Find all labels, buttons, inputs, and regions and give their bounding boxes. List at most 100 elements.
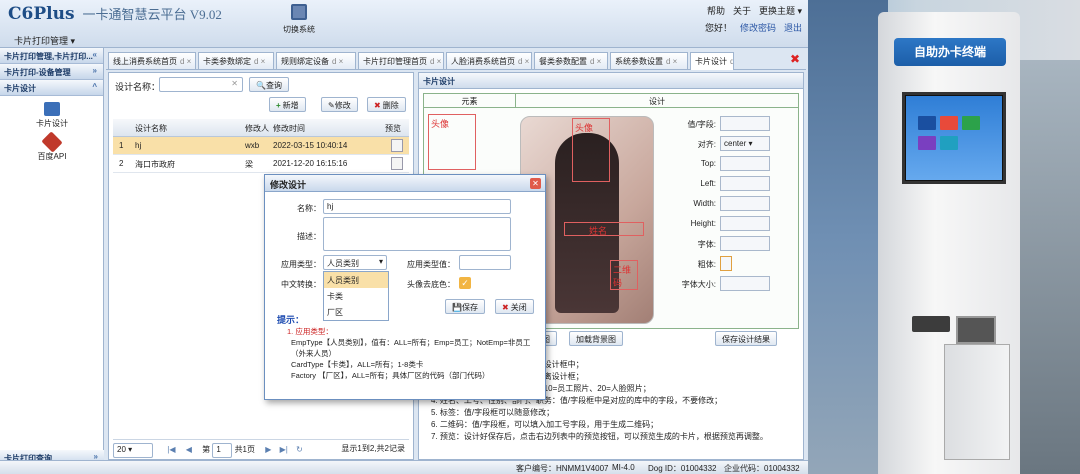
greeting: 您好！ [704,23,732,33]
property-panel: 值/字段: 对齐: center ▾ Top: Left: Width: Height: 字体… [660,114,800,294]
table-row[interactable]: 1 hj wxb 2022-03-15 10:40:14 [113,137,409,155]
tab-item[interactable]: 卡类参数绑定 d × [198,52,274,69]
card-avatar-box[interactable]: 头像 [572,118,610,182]
name-field[interactable]: hj [323,199,511,214]
dropdown-option[interactable]: 人员类别 [324,272,388,288]
last-page-icon[interactable]: ▶| [280,445,288,454]
dialog-close-icon[interactable]: ✕ [530,178,541,189]
sidebar-item-card-design[interactable]: 卡片设计 [0,102,104,129]
save-icon: 💾 [452,303,462,312]
close-button[interactable]: ✖ 关闭 [495,299,534,314]
property-label: Top: [700,159,716,168]
logout-link[interactable]: 退出 [784,23,802,33]
tab-item[interactable]: 卡片打印管理首页 d × [358,52,444,69]
search-input[interactable]: ✕ [159,77,243,92]
page-input[interactable]: 1 [212,443,233,458]
prev-page-icon[interactable]: ◀ [186,445,192,454]
module-menu[interactable]: 卡片打印管理 ▾ [14,34,75,47]
tab-close-icon[interactable]: d × [590,57,601,66]
tab-item[interactable]: 线上消费系统首页 d × [108,52,196,69]
save-button[interactable]: 💾保存 [445,299,485,314]
sidebar-section-design[interactable]: 卡片设计 ^ [0,80,103,96]
type-select[interactable]: 人员类别 ▾ [323,255,387,270]
card-name-box[interactable]: 姓名 [564,222,644,236]
delete-button[interactable]: ✖ 删除 [367,97,406,112]
property-field[interactable] [720,236,770,251]
theme-menu[interactable]: 更换主题 ▾ [759,6,802,16]
pager: 20 ▾ |◀ ◀ 第 1 共1页 ▶ ▶| ↻ 显示1到2,共2记录 [113,439,409,458]
preview-icon[interactable] [391,157,403,170]
tip-line: 7. 预览：设计好保存后，点击右边列表中的预览按钮，可以预览生成的卡片，根据预览… [431,432,768,441]
sidebar-section-print[interactable]: 卡片打印管理,卡片打印... « [0,48,103,64]
property-field[interactable]: center ▾ [720,136,770,151]
close-all-tabs-icon[interactable]: ✖ [788,52,802,66]
tab-close-icon[interactable]: d × [254,57,265,66]
page-size-select[interactable]: 20 ▾ [113,443,153,458]
app-window: C6Plus 一卡通智慧云平台 V9.02 卡片打印管理 ▾ 切换系统 帮助 关于更… [0,0,808,474]
property-field[interactable] [720,256,732,271]
element-avatar[interactable]: 头像 [428,114,476,170]
property-field[interactable] [720,196,770,211]
property-row: 字体: [660,234,800,254]
trash-icon [44,102,60,116]
search-button[interactable]: 🔍查询 [249,77,289,92]
table-row[interactable]: 2 海口市政府梁 2021-12-20 16:15:16 [113,155,409,173]
name-label: 名称： [297,204,321,213]
edit-button[interactable]: ✎修改 [321,97,358,112]
property-field[interactable] [720,156,770,171]
sidebar-section-device[interactable]: 卡片打印-设备管理» [0,64,103,80]
tip-line: 5. 标签：值/字段框可以随意修改； [431,408,555,417]
tab-item[interactable]: 餐类参数配置 d × [534,52,608,69]
next-page-icon[interactable]: ▶ [265,445,271,454]
background-wall [808,0,888,474]
property-label: 对齐: [697,140,716,149]
property-label: Height: [690,219,716,228]
property-field[interactable] [720,276,770,291]
description-field[interactable] [323,217,511,251]
preview-icon[interactable] [391,139,403,152]
about-link[interactable]: 关于 [733,6,751,16]
tab-close-icon[interactable]: d × [332,57,343,66]
card-qr-box[interactable]: 二维码 [610,260,638,290]
tab-close-icon[interactable]: d × [180,57,191,66]
add-button[interactable]: + 新增 [269,97,306,112]
type-value-field[interactable] [459,255,511,270]
tab-close-icon[interactable]: d × [730,57,733,66]
tab-item[interactable]: 系统参数设置 d × [610,52,688,69]
first-page-icon[interactable]: |◀ [167,445,175,454]
tab-item[interactable]: 卡片设计d × [690,52,734,70]
tab-close-icon[interactable]: d × [666,57,677,66]
tab-item[interactable]: 人脸消费系统首页 d × [446,52,532,69]
property-field[interactable] [720,176,770,191]
description-label: 描述： [297,232,321,241]
close-icon: ✖ [502,303,509,312]
sidebar-item-baidu-api[interactable]: 百度API [0,131,104,162]
type-label: 应用类型： [281,260,321,269]
tab-close-icon[interactable]: d × [430,57,441,66]
tools-icon [41,131,63,153]
edit-design-dialog: 修改设计 ✕ 名称： hj 描述： 应用类型： 人员类别 ▾ 应用类型值： 中文转… [264,174,546,400]
property-field[interactable] [720,116,770,131]
remove-bg-checkbox[interactable]: ✓ [459,277,471,289]
tab-close-icon[interactable]: d × [518,57,529,66]
property-row: Left: [660,174,800,194]
load-background-button[interactable]: 加载背景图 [569,331,623,346]
dropdown-option[interactable]: 卡类 [324,288,388,304]
design-header: 设计 [516,94,798,108]
help-link[interactable]: 帮助 [707,6,725,16]
clear-icon[interactable]: ✕ [231,79,238,88]
change-password-link[interactable]: 修改密码 [740,23,776,33]
property-label: 字体: [697,240,716,249]
refresh-icon[interactable]: ↻ [296,445,303,454]
switch-system-button[interactable]: 切换系统 [282,4,316,35]
property-row: 字体大小: [660,274,800,294]
tab-item[interactable]: 规则绑定设备 d × [276,52,356,69]
chevron-down-icon: ▾ [378,257,383,266]
kiosk-display [906,96,1002,180]
save-design-button[interactable]: 保存设计结果 [715,331,777,346]
plus-icon: + [276,101,281,110]
property-field[interactable] [720,216,770,231]
kiosk-door [944,344,1010,460]
remove-bg-label: 头像去底色： [407,280,455,289]
property-row: 粗体: [660,254,800,274]
